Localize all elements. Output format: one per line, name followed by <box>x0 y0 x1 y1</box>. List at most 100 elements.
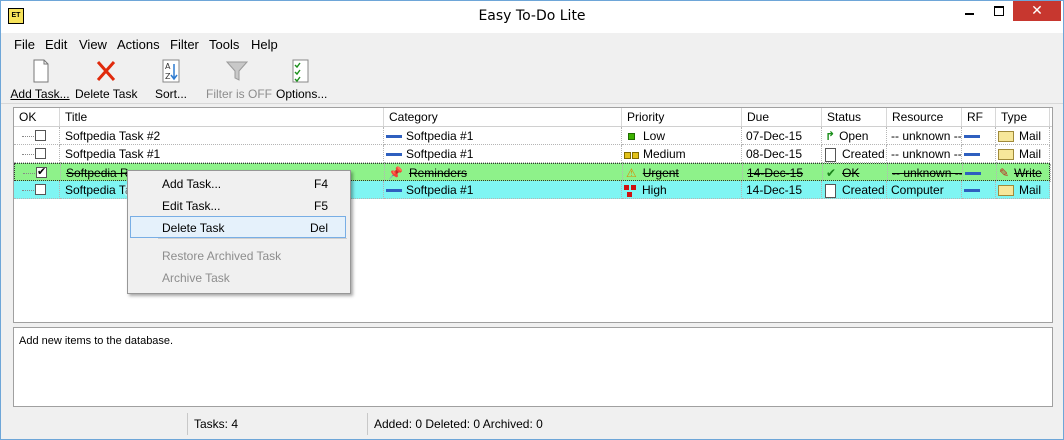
due-cell: 07-Dec-15 <box>742 127 822 145</box>
category-text: Softpedia #1 <box>406 147 474 161</box>
category-line-icon <box>386 189 402 193</box>
done-checkbox[interactable]: ✔ <box>36 167 47 178</box>
title-cell: Softpedia Task #2 <box>60 127 384 145</box>
warning-icon: ⚠ <box>626 166 637 180</box>
ctx-delete-task[interactable]: Delete Task Del <box>130 216 346 238</box>
mail-icon <box>998 131 1014 143</box>
type-cell: Mail <box>996 127 1050 145</box>
type-text: Mail <box>1019 129 1042 143</box>
type-text: Mail <box>1019 147 1042 161</box>
title-bar[interactable]: ET Easy To-Do Lite ✕ <box>1 1 1063 33</box>
table-row[interactable]: Softpedia Task #2 Softpedia #1 Low 07-De… <box>14 127 1050 145</box>
ctx-shortcut: F4 <box>313 177 328 191</box>
new-document-icon <box>26 59 54 83</box>
status-text: Open <box>839 129 869 143</box>
mail-icon <box>998 185 1014 197</box>
type-cell: Mail <box>996 181 1050 199</box>
ctx-separator <box>158 238 347 239</box>
rf-cell <box>963 164 997 182</box>
rf-line-icon <box>964 153 980 157</box>
resource-cell: -- unknown -- <box>887 127 962 145</box>
col-due[interactable]: Due <box>742 108 822 126</box>
menu-tools[interactable]: Tools <box>209 37 239 52</box>
table-row[interactable]: Softpedia Task #1 Softpedia #1 Medium 08… <box>14 145 1050 163</box>
checkmark-icon: ✔ <box>826 166 837 180</box>
menu-filter[interactable]: Filter <box>170 37 199 52</box>
ok-cell <box>14 127 60 145</box>
maximize-button[interactable] <box>985 1 1012 21</box>
options-checklist-icon <box>286 59 314 83</box>
col-priority[interactable]: Priority <box>622 108 742 126</box>
menu-actions[interactable]: Actions <box>117 37 160 52</box>
pencil-icon: ✎ <box>999 166 1010 180</box>
type-text: Mail <box>1019 183 1042 197</box>
document-icon <box>825 183 836 198</box>
ctx-shortcut: F5 <box>313 199 328 213</box>
ctx-edit-task[interactable]: Edit Task... F5 <box>130 195 346 217</box>
priority-text: High <box>642 183 667 197</box>
menu-view[interactable]: View <box>79 37 107 52</box>
status-cell: ↱ Open <box>822 127 887 145</box>
priority-text: Medium <box>643 147 686 161</box>
description-text: Add new items to the database. <box>19 335 174 347</box>
svg-text:A: A <box>165 62 171 71</box>
options-label: Options... <box>276 87 328 101</box>
tree-line <box>22 136 34 137</box>
minimize-button[interactable] <box>956 1 983 21</box>
rf-line-icon <box>965 172 981 176</box>
delete-task-button[interactable]: Delete Task <box>75 59 137 101</box>
col-ok[interactable]: OK <box>14 108 60 126</box>
toolbar: Add Task... Delete Task AZ Sort... Filte… <box>1 55 1063 104</box>
ctx-archive-task[interactable]: Archive Task <box>130 267 346 289</box>
document-icon <box>825 147 836 162</box>
col-category[interactable]: Category <box>384 108 622 126</box>
ctx-restore-archived[interactable]: Restore Archived Task <box>130 245 346 267</box>
delete-x-icon <box>92 59 120 83</box>
done-checkbox[interactable] <box>35 148 46 159</box>
ctx-add-task[interactable]: Add Task... F4 <box>130 173 346 195</box>
ok-cell <box>14 145 60 163</box>
ctx-label: Delete Task <box>162 221 225 235</box>
tree-line <box>23 173 35 174</box>
status-cell: Created <box>822 145 887 163</box>
ctx-label: Restore Archived Task <box>162 249 282 263</box>
menu-help[interactable]: Help <box>251 37 278 52</box>
col-rf[interactable]: RF <box>962 108 996 126</box>
priority-text: Urgent <box>642 166 679 180</box>
mail-icon <box>998 149 1014 161</box>
category-cell: 📌 Reminders <box>385 164 623 182</box>
sort-button[interactable]: AZ Sort... <box>151 59 191 101</box>
delete-task-label: Delete Task <box>75 87 138 101</box>
minimize-icon <box>965 13 974 15</box>
done-checkbox[interactable] <box>35 130 46 141</box>
ctx-label: Archive Task <box>162 271 230 285</box>
medium-priority-icon <box>624 146 639 162</box>
rf-line-icon <box>964 189 980 193</box>
add-task-button[interactable]: Add Task... <box>10 59 70 101</box>
priority-cell: Low <box>622 127 742 145</box>
menu-file[interactable]: File <box>14 37 35 52</box>
options-button[interactable]: Options... <box>276 59 328 101</box>
type-cell: ✎ Write <box>997 164 1051 182</box>
category-cell: Softpedia #1 <box>384 145 622 163</box>
due-cell: 08-Dec-15 <box>742 145 822 163</box>
col-resource[interactable]: Resource <box>887 108 962 126</box>
priority-text: Low <box>643 129 666 143</box>
context-menu: Add Task... F4 Edit Task... F5 Delete Ta… <box>127 170 351 294</box>
category-cell: Softpedia #1 <box>384 181 622 199</box>
resource-cell: -- unknown -- <box>888 164 963 182</box>
close-button[interactable]: ✕ <box>1013 1 1061 21</box>
priority-cell: High <box>622 181 742 199</box>
category-text: Softpedia #1 <box>406 183 474 197</box>
type-text: Write <box>1014 166 1042 180</box>
col-type[interactable]: Type <box>996 108 1050 126</box>
filter-button[interactable]: Filter is OFF <box>206 59 272 101</box>
ctx-label: Add Task... <box>162 177 222 191</box>
col-title[interactable]: Title <box>60 108 384 126</box>
category-line-icon <box>386 135 402 139</box>
description-pane[interactable]: Add new items to the database. <box>13 327 1053 407</box>
col-status[interactable]: Status <box>822 108 887 126</box>
resource-cell: -- unknown -- <box>887 145 962 163</box>
done-checkbox[interactable] <box>35 184 46 195</box>
menu-edit[interactable]: Edit <box>45 37 67 52</box>
